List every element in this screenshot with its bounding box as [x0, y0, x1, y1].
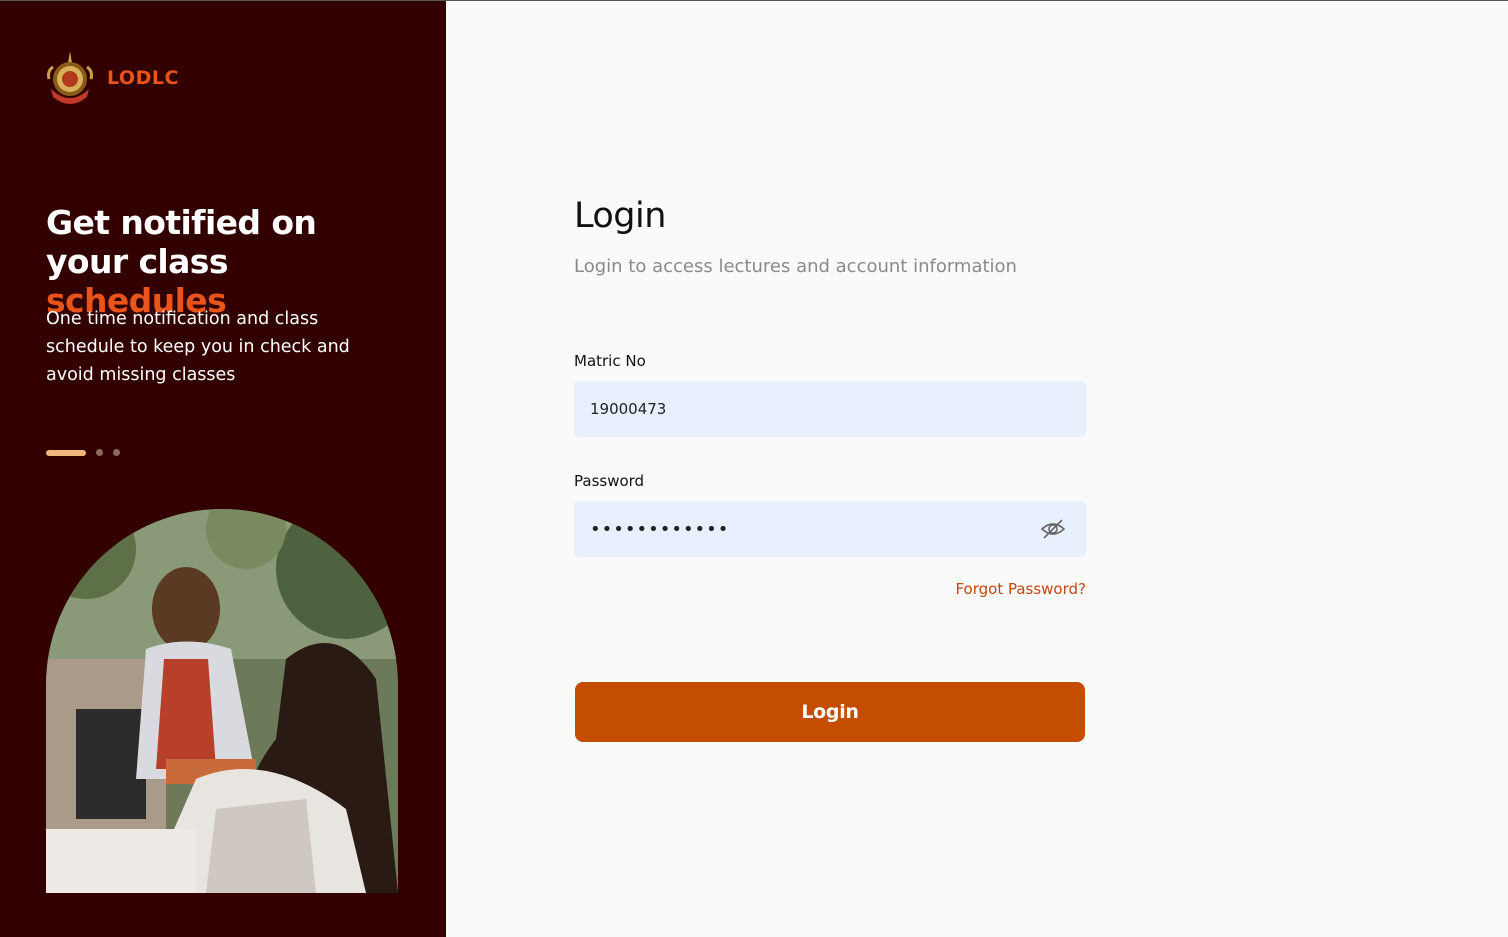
forgot-password-link[interactable]: Forgot Password?	[955, 580, 1086, 598]
hero-subtext: One time notification and class schedule…	[46, 309, 350, 385]
eye-off-icon[interactable]	[1040, 517, 1066, 541]
password-input[interactable]	[574, 501, 1086, 557]
matric-input[interactable]	[574, 381, 1086, 437]
page-title: Login	[574, 196, 666, 236]
crest-logo-icon	[47, 51, 93, 104]
matric-label: Matric No	[574, 352, 646, 370]
brand-name: LODLC	[107, 67, 179, 89]
carousel-dot[interactable]	[96, 449, 103, 456]
hero-headline-text: Get notified on your class	[46, 203, 317, 281]
password-label: Password	[574, 472, 645, 490]
login-form: Login Login to access lectures and accou…	[574, 0, 1086, 937]
hero-photo	[46, 509, 398, 893]
carousel-dot-active[interactable]	[46, 449, 86, 456]
carousel-indicators	[46, 449, 120, 456]
hero-headline: Get notified on your class schedules	[46, 203, 406, 320]
carousel-dot[interactable]	[113, 449, 120, 456]
brand-logo[interactable]: LODLC	[45, 49, 179, 107]
login-button[interactable]: Login	[575, 682, 1085, 742]
page-subtitle: Login to access lectures and account inf…	[574, 256, 1017, 277]
promo-panel: LODLC Get notified on your class schedul…	[0, 1, 446, 937]
